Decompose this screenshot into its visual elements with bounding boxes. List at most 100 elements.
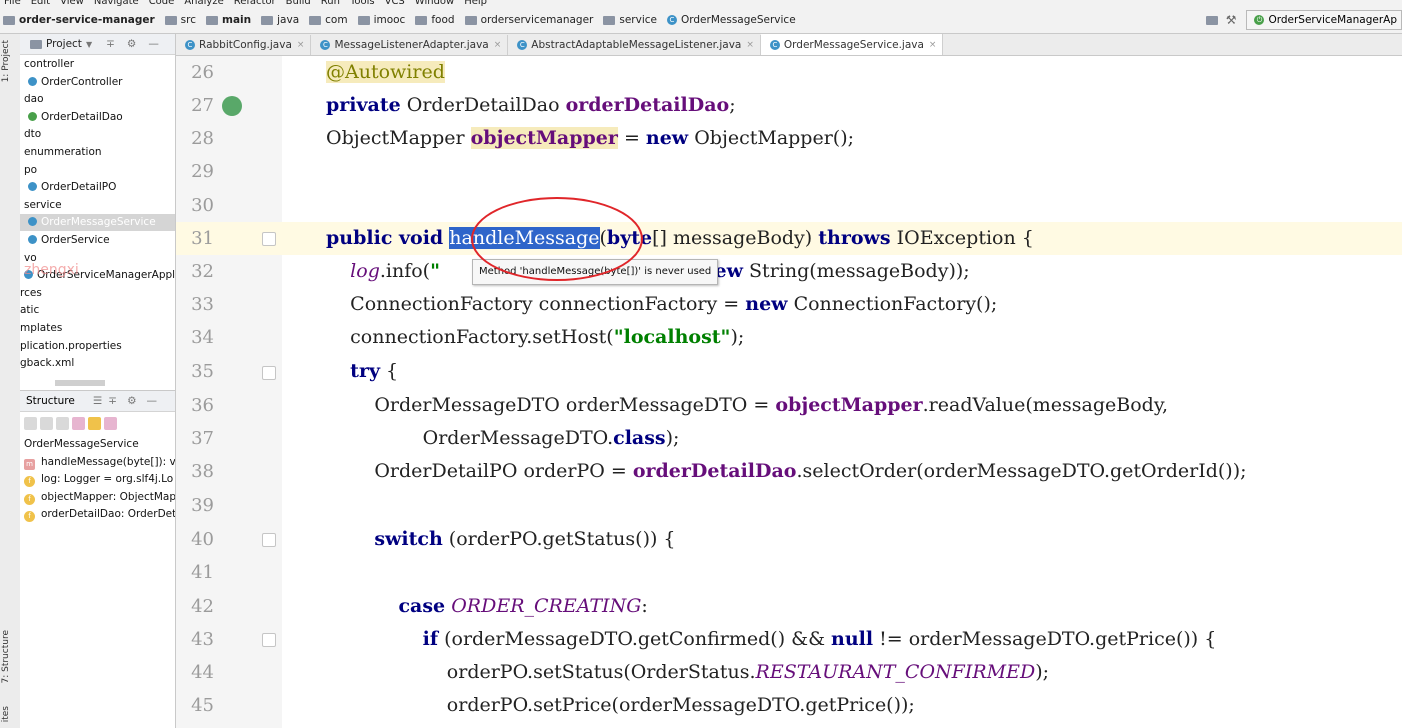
breadcrumb-orderservicemanager[interactable]: orderservicemanager — [462, 14, 593, 26]
menu-item-tools[interactable]: Tools — [350, 0, 375, 7]
line-number: 32 — [191, 261, 214, 282]
line-number: 35 — [191, 361, 214, 382]
project-panel-title[interactable]: Project — [46, 38, 82, 50]
settings-gear-icon[interactable]: ⚙ — [127, 395, 136, 407]
structure-item[interactable]: m handleMessage(byte[]): vo — [20, 454, 175, 471]
dropdown-icon[interactable]: ▼ — [86, 40, 92, 49]
project-tree-item[interactable]: rces — [20, 285, 175, 302]
show-inherited-icon[interactable] — [56, 416, 69, 430]
sort-by-type-icon[interactable] — [24, 416, 37, 430]
menu-item-view[interactable]: View — [60, 0, 84, 7]
settings-gear-icon[interactable]: ⚙ — [127, 38, 136, 50]
folder-icon — [415, 15, 428, 25]
hide-panel-icon[interactable]: — — [147, 395, 158, 407]
show-properties-icon[interactable] — [72, 416, 85, 430]
structure-item[interactable]: f log: Logger = org.slf4j.Lo — [20, 471, 175, 488]
folder-icon — [261, 15, 274, 25]
close-tab-icon[interactable]: × — [746, 40, 754, 50]
menu-item-edit[interactable]: Edit — [31, 0, 50, 7]
structure-item[interactable]: f objectMapper: ObjectMap — [20, 489, 175, 506]
menu-item-build[interactable]: Build — [286, 0, 311, 7]
project-tree-item-label: service — [24, 198, 62, 211]
menu-item-refactor[interactable]: Refactor — [234, 0, 276, 7]
project-tree-item[interactable]: enummeration — [20, 144, 175, 161]
project-tree-item[interactable]: mplates — [20, 320, 175, 337]
sort-icon[interactable]: ☰ — [93, 395, 102, 407]
fold-marker[interactable] — [262, 633, 276, 647]
left-tool-strip: 1: Project 7: Structure ites — [0, 34, 21, 728]
project-tree-item[interactable]: controller — [20, 56, 175, 73]
spring-boot-icon: ⏻ — [1254, 15, 1265, 25]
breadcrumb-food[interactable]: food — [412, 14, 455, 26]
breadcrumb-project[interactable]: order-service-manager — [0, 14, 155, 26]
field-icon: f — [24, 493, 35, 505]
breadcrumb-file[interactable]: C OrderMessageService — [664, 14, 796, 26]
code-editor[interactable]: 26 27 28 29 30 31 32 33 34 35 36 37 38 39 40 41 42 43 44 45… — [176, 56, 1402, 728]
project-tree-item[interactable]: OrderController — [20, 74, 175, 91]
class-icon: C — [517, 40, 528, 50]
menu-item-code[interactable]: Code — [149, 0, 175, 7]
project-tool-tab[interactable]: 1: Project — [1, 40, 11, 82]
hide-panel-icon[interactable]: — — [148, 38, 159, 50]
project-view-icon — [30, 39, 42, 49]
close-tab-icon[interactable]: × — [929, 40, 937, 50]
menu-item-window[interactable]: Window — [415, 0, 454, 7]
collapse-icon[interactable]: ∓ — [108, 395, 117, 407]
menu-item-navigate[interactable]: Navigate — [94, 0, 139, 7]
show-non-public-icon[interactable] — [104, 416, 117, 430]
breadcrumb-java[interactable]: java — [258, 14, 299, 26]
breadcrumb-imooc[interactable]: imooc — [355, 14, 405, 26]
code-line-44: orderPO.setStatus(OrderStatus.RESTAURANT… — [326, 661, 1050, 683]
autowired-bean-icon[interactable] — [222, 96, 242, 116]
project-tree-item[interactable]: dto — [20, 126, 175, 143]
editor-line: 41 — [176, 556, 1402, 589]
close-tab-icon[interactable]: × — [494, 40, 502, 50]
editor-tab[interactable]: C OrderMessageService.java × — [760, 34, 944, 55]
fold-marker[interactable] — [262, 533, 276, 547]
sort-alpha-icon[interactable] — [40, 416, 53, 430]
structure-tool-tab[interactable]: 7: Structure — [1, 630, 11, 684]
build-hammer-icon[interactable]: ⚒ — [1226, 13, 1237, 27]
project-tree-item[interactable]: service — [20, 197, 175, 214]
line-number: 43 — [191, 629, 214, 650]
project-tree-item[interactable]: gback.xml — [20, 355, 175, 372]
menu-item-file[interactable]: File — [4, 0, 21, 7]
editor-tab[interactable]: C AbstractAdaptableMessageListener.java × — [508, 35, 761, 55]
menu-item-analyze[interactable]: Analyze — [184, 0, 223, 7]
project-tree-item[interactable]: dao — [20, 91, 175, 108]
project-tree-item[interactable]: plication.properties — [20, 338, 175, 355]
structure-item[interactable]: f orderDetailDao: OrderDet — [20, 506, 175, 523]
breadcrumb-src[interactable]: src — [162, 14, 196, 26]
breadcrumb-file-label: OrderMessageService — [681, 14, 796, 26]
editor-tab[interactable]: C MessageListenerAdapter.java × — [311, 35, 509, 55]
line-number: 26 — [191, 62, 214, 83]
menu-item-help[interactable]: Help — [464, 0, 487, 7]
annotation-circle — [471, 197, 643, 281]
project-tree-item[interactable]: OrderService — [20, 232, 175, 249]
project-tree-item[interactable]: atic — [20, 302, 175, 319]
project-tree-item[interactable]: OrderDetailDao — [20, 109, 175, 126]
breadcrumb-com[interactable]: com — [306, 14, 348, 26]
collapse-all-icon[interactable]: ∓ — [106, 38, 115, 50]
menu-item-run[interactable]: Run — [321, 0, 340, 7]
project-tree-item[interactable]: po — [20, 162, 175, 179]
line-number: 40 — [191, 529, 214, 550]
project-tree-item-label: OrderMessageService — [41, 216, 156, 229]
horizontal-scrollbar[interactable] — [55, 380, 105, 386]
run-configuration-selector[interactable]: ⏻ OrderServiceManagerAp — [1246, 10, 1402, 30]
editor-tab[interactable]: C RabbitConfig.java × — [176, 35, 312, 55]
menu-item-vcs[interactable]: VCS — [385, 0, 405, 7]
breadcrumb-main[interactable]: main — [203, 14, 251, 26]
fold-marker[interactable] — [262, 232, 276, 246]
structure-root[interactable]: OrderMessageService — [20, 436, 175, 453]
project-tree-item[interactable]: OrderMessageService — [20, 214, 175, 232]
project-panel: Project ▼ ∓ ⚙ — controller OrderControlle… — [20, 34, 176, 728]
breadcrumb-service[interactable]: service — [600, 14, 657, 26]
show-fields-icon[interactable] — [88, 416, 101, 430]
project-tree-item[interactable]: OrderDetailPO — [20, 179, 175, 196]
folder-icon — [464, 15, 477, 25]
favorites-tool-tab[interactable]: ites — [1, 706, 11, 722]
layout-icon[interactable] — [1205, 15, 1218, 25]
fold-marker[interactable] — [262, 366, 276, 380]
close-tab-icon[interactable]: × — [297, 40, 305, 50]
